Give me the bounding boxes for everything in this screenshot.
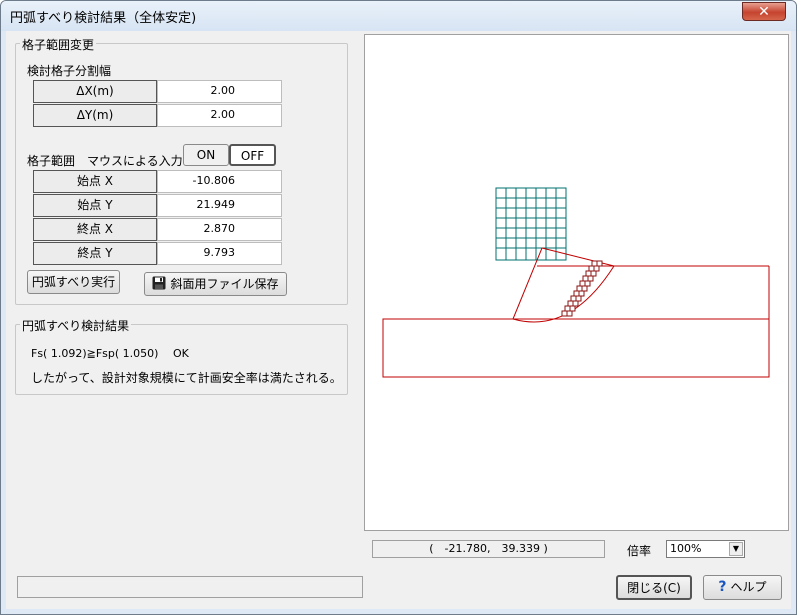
block xyxy=(587,275,594,282)
block xyxy=(566,310,573,317)
close-window-button[interactable]: ✕ xyxy=(742,2,786,21)
ground-model xyxy=(382,265,770,378)
mouse-input-off-button[interactable]: OFF xyxy=(229,144,276,166)
start-y-value[interactable]: 21.949 xyxy=(157,194,282,217)
block xyxy=(573,290,580,297)
safety-factor-text: Fs( 1.092)≧Fsp( 1.050) OK xyxy=(31,347,189,360)
start-x-label: 始点 X xyxy=(33,170,157,193)
close-button-label: 閉じる(C) xyxy=(627,581,681,595)
grid-range-group: 格子範囲変更 検討格子分割幅 ΔX(m) 2.00 ΔY(m) 2.00 格子範… xyxy=(15,36,348,305)
close-button[interactable]: 閉じる(C) xyxy=(616,575,692,600)
message-field xyxy=(17,576,363,598)
window-title: 円弧すべり検討結果（全体安定) xyxy=(10,11,197,26)
help-button[interactable]: ? ヘルプ xyxy=(703,575,782,600)
chevron-down-icon[interactable]: ▼ xyxy=(729,542,743,556)
delta-x-label: ΔX(m) xyxy=(33,80,157,103)
run-circular-slip-button[interactable]: 円弧すべり実行 xyxy=(27,270,120,294)
block xyxy=(576,285,583,292)
mouse-input-on-button[interactable]: ON xyxy=(183,144,229,166)
end-y-label: 終点 Y xyxy=(33,242,157,265)
save-slope-file-label: 斜面用ファイル保存 xyxy=(170,277,279,291)
slip-circle-chord xyxy=(512,247,543,320)
block xyxy=(590,270,597,277)
question-icon: ? xyxy=(718,579,727,595)
slope-drawing xyxy=(382,187,770,378)
end-x-label: 終点 X xyxy=(33,218,157,241)
block xyxy=(570,295,577,302)
end-x-value[interactable]: 2.870 xyxy=(157,218,282,241)
coordinate-readout: ( -21.780, 39.339 ) xyxy=(372,540,605,558)
delta-y-label: ΔY(m) xyxy=(33,104,157,127)
delta-y-value[interactable]: 2.00 xyxy=(157,104,282,127)
start-x-value[interactable]: -10.806 xyxy=(157,170,282,193)
save-slope-file-button[interactable]: 斜面用ファイル保存 xyxy=(144,272,287,296)
block xyxy=(584,280,591,287)
block xyxy=(567,300,574,307)
retaining-blocks xyxy=(561,260,603,317)
block xyxy=(581,285,588,292)
block xyxy=(572,300,579,307)
result-legend: 円弧すべり検討結果 xyxy=(20,317,132,334)
block xyxy=(593,265,600,272)
block xyxy=(582,275,589,282)
help-button-label: ヘルプ xyxy=(730,580,767,594)
block xyxy=(579,280,586,287)
block xyxy=(596,260,603,267)
mouse-input-label: 格子範囲 マウスによる入力 xyxy=(27,154,183,168)
coordinate-text: ( -21.780, 39.339 ) xyxy=(429,542,548,555)
block xyxy=(564,305,571,312)
zoom-select[interactable]: 100% ▼ xyxy=(666,540,745,558)
drawing-canvas[interactable] xyxy=(364,34,789,531)
grid-range-legend: 格子範囲変更 xyxy=(20,36,97,53)
slip-circle-top xyxy=(541,247,615,267)
block xyxy=(588,265,595,272)
search-grid xyxy=(495,187,567,261)
dialog-window: 円弧すべり検討結果（全体安定) ✕ 格子範囲変更 検討格子分割幅 ΔX(m) 2… xyxy=(0,0,797,615)
title-bar[interactable]: 円弧すべり検討結果（全体安定) ✕ xyxy=(1,1,796,31)
block xyxy=(578,290,585,297)
floppy-disk-icon xyxy=(152,276,166,290)
zoom-label: 倍率 xyxy=(627,544,652,558)
block xyxy=(569,305,576,312)
close-icon: ✕ xyxy=(758,4,770,20)
block xyxy=(575,295,582,302)
result-group: 円弧すべり検討結果 Fs( 1.092)≧Fsp( 1.050) OK したがっ… xyxy=(15,317,348,395)
block xyxy=(591,260,598,267)
delta-x-value[interactable]: 2.00 xyxy=(157,80,282,103)
end-y-value[interactable]: 9.793 xyxy=(157,242,282,265)
grid-division-subtitle: 検討格子分割幅 xyxy=(27,64,112,78)
block xyxy=(585,270,592,277)
block xyxy=(561,310,568,317)
start-y-label: 始点 Y xyxy=(33,194,157,217)
zoom-value: 100% xyxy=(670,542,702,555)
conclusion-text: したがって、設計対象規模にて計画安全率は満たされる。 xyxy=(31,371,342,385)
client-area: 格子範囲変更 検討格子分割幅 ΔX(m) 2.00 ΔY(m) 2.00 格子範… xyxy=(6,31,791,609)
